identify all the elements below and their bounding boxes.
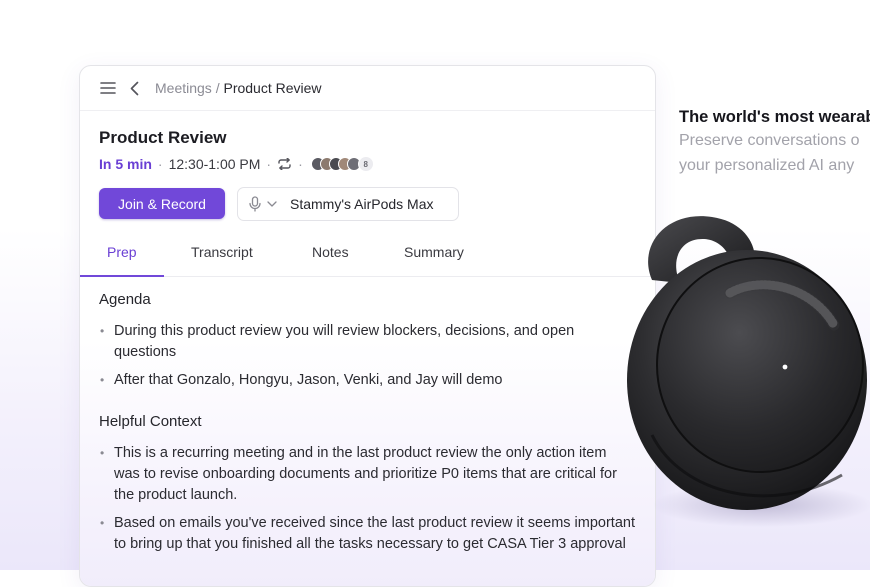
meeting-meta: In 5 min · 12:30-1:00 PM · · 8: [99, 155, 374, 173]
chevron-down-icon: [267, 199, 277, 209]
promo-title: The world's most wearab: [679, 108, 870, 126]
active-tab-indicator: [80, 275, 164, 277]
meta-separator: ·: [298, 156, 303, 172]
wearable-device-image: [627, 216, 870, 527]
audio-device-label: Stammy's AirPods Max: [290, 196, 434, 212]
repeat-icon: [277, 158, 292, 170]
menu-icon[interactable]: [99, 79, 117, 97]
breadcrumb-current: Product Review: [223, 80, 322, 96]
context-list: This is a recurring meeting and in the l…: [99, 443, 635, 562]
list-item: This is a recurring meeting and in the l…: [99, 443, 635, 506]
breadcrumb-separator: /: [215, 80, 220, 96]
attendee-avatars[interactable]: 8: [310, 156, 374, 172]
promo-subtitle-line-1: Preserve conversations o: [679, 132, 860, 149]
tab-notes[interactable]: Notes: [312, 244, 349, 260]
audio-device-select[interactable]: Stammy's AirPods Max: [237, 187, 459, 221]
breadcrumb-parent[interactable]: Meetings: [155, 80, 212, 96]
tab-summary[interactable]: Summary: [404, 244, 464, 260]
meeting-title: Product Review: [99, 128, 227, 147]
meeting-time: 12:30-1:00 PM: [168, 156, 261, 172]
context-heading: Helpful Context: [99, 413, 202, 430]
list-item: After that Gonzalo, Hongyu, Jason, Venki…: [99, 370, 635, 391]
meta-separator: ·: [266, 156, 272, 172]
tab-prep[interactable]: Prep: [107, 244, 137, 260]
meta-separator: ·: [157, 156, 163, 172]
tab-transcript[interactable]: Transcript: [191, 244, 253, 260]
agenda-list: During this product review you will revi…: [99, 321, 635, 398]
list-item: During this product review you will revi…: [99, 321, 635, 363]
meeting-card: Meetings / Product Review Product Review…: [79, 65, 656, 587]
meeting-tabs: Prep Transcript Notes Summary: [80, 230, 655, 277]
starts-in-label: In 5 min: [99, 156, 152, 172]
chevron-left-icon[interactable]: [127, 78, 141, 98]
join-record-button[interactable]: Join & Record: [99, 188, 225, 219]
top-bar: Meetings / Product Review: [80, 66, 655, 111]
promo-text: The world's most wearab Preserve convers…: [679, 106, 870, 178]
microphone-icon: [249, 196, 261, 212]
breadcrumb: Meetings / Product Review: [155, 79, 322, 97]
list-item: Based on emails you've received since th…: [99, 513, 635, 555]
more-attendees-badge: 8: [357, 156, 374, 172]
agenda-heading: Agenda: [99, 291, 151, 308]
promo-subtitle-line-2: your personalized AI any: [679, 157, 855, 174]
